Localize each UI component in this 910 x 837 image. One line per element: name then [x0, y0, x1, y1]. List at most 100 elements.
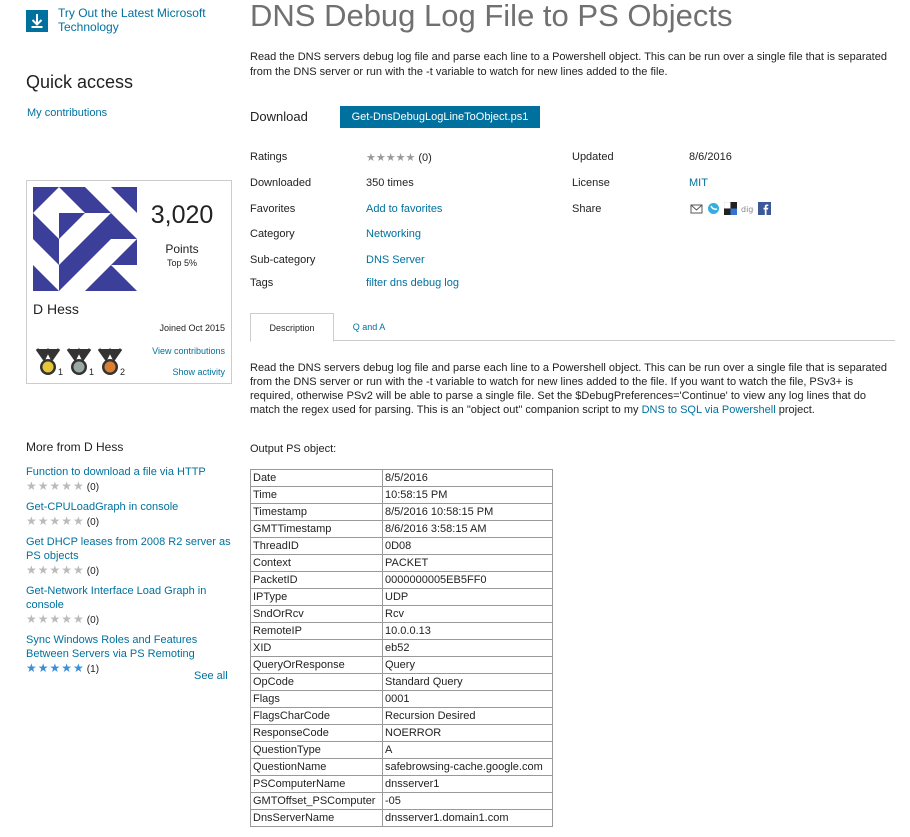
property-name: QueryOrResponse	[250, 656, 383, 674]
property-name: GMTOffset_PSComputer	[250, 792, 383, 810]
property-name: Flags	[250, 690, 383, 708]
table-row: Date 8/5/2016	[250, 469, 553, 487]
see-all-link[interactable]: See all	[194, 670, 228, 682]
table-row: PSComputerName dnsserver1	[250, 775, 553, 793]
more-from-author-title: More from D Hess	[26, 440, 124, 454]
property-name: ThreadID	[250, 537, 383, 555]
ratings-value[interactable]: ★★★★★ (0)	[366, 151, 432, 164]
my-contributions-link[interactable]: My contributions	[27, 107, 107, 119]
property-name: XID	[250, 639, 383, 657]
list-item: Get-Network Interface Load Graph in conso…	[26, 584, 236, 628]
property-value: -05	[382, 792, 553, 810]
promo-banner[interactable]: Try Out the Latest Microsoft Technology	[26, 6, 236, 42]
subcategory-label: Sub-category	[250, 254, 316, 266]
tab-q-and-a[interactable]: Q and A	[340, 313, 398, 342]
subcategory-link[interactable]: DNS Server	[366, 254, 425, 266]
list-item: Function to download a file via HTTP ★★★…	[26, 465, 236, 495]
property-name: Timestamp	[250, 503, 383, 521]
updated-value: 8/6/2016	[689, 151, 732, 163]
points-value: 3,020	[150, 201, 214, 229]
facebook-icon[interactable]	[758, 202, 771, 215]
property-name: QuestionType	[250, 741, 383, 759]
rating-stars: ★★★★★ (0)	[26, 479, 100, 493]
table-row: QueryOrResponse Query	[250, 656, 553, 674]
add-to-favorites-link[interactable]: Add to favorites	[366, 203, 442, 215]
summary-text: Read the DNS servers debug log file and …	[250, 51, 887, 78]
table-row: DnsServerName dnsserver1.domain1.com	[250, 809, 553, 827]
show-activity-link[interactable]: Show activity	[172, 367, 225, 377]
property-value: Standard Query	[382, 673, 553, 691]
property-value: Query	[382, 656, 553, 674]
property-value: 10.0.0.13	[382, 622, 553, 640]
dns-to-sql-link[interactable]: DNS to SQL via Powershell	[642, 404, 776, 416]
property-value: 8/5/2016	[382, 469, 553, 487]
favorites-label: Favorites	[250, 203, 296, 215]
property-name: FlagsCharCode	[250, 707, 383, 725]
related-script-link[interactable]: Get-CPULoadGraph in console	[26, 500, 236, 514]
property-name: IPType	[250, 588, 383, 606]
rating-stars: ★★★★★ (0)	[26, 514, 100, 528]
silver-medal-count: 1	[89, 367, 95, 377]
medals: 1 1 2	[33, 347, 143, 377]
table-row: Context PACKET	[250, 554, 553, 572]
related-script-link[interactable]: Sync Windows Roles and Features Between S…	[26, 633, 236, 661]
property-value: NOERROR	[382, 724, 553, 742]
delicious-icon[interactable]	[723, 201, 737, 215]
table-row: GMTTimestamp 8/6/2016 3:58:15 AM	[250, 520, 553, 538]
output-object-table: Date 8/5/2016 Time 10:58:15 PM Timestamp 8/5/…	[250, 469, 553, 827]
property-name: OpCode	[250, 673, 383, 691]
property-value: dnsserver1	[382, 775, 553, 793]
category-link[interactable]: Networking	[366, 228, 421, 240]
table-row: GMTOffset_PSComputer -05	[250, 792, 553, 810]
content-tabs: Description Q and A	[250, 313, 895, 342]
property-value: UDP	[382, 588, 553, 606]
points-panel: 3,020 Points Top 5%	[137, 187, 227, 291]
profile-card: 3,020 Points Top 5% D Hess Joined Oct 20…	[26, 180, 232, 384]
description-tail: project.	[775, 404, 815, 416]
related-script-link[interactable]: Get DHCP leases from 2008 R2 server as PS…	[26, 535, 236, 563]
tags-label: Tags	[250, 277, 274, 289]
table-row: XID eb52	[250, 639, 553, 657]
top-percent-label: Top 5%	[166, 258, 198, 268]
related-script-link[interactable]: Get-Network Interface Load Graph in conso…	[26, 584, 236, 612]
download-file-button[interactable]: Get-DnsDebugLogLineToObject.ps1	[340, 106, 540, 128]
property-name: ResponseCode	[250, 724, 383, 742]
share-icons: digg	[690, 201, 780, 218]
twitter-icon[interactable]	[707, 202, 720, 215]
property-value: eb52	[382, 639, 553, 657]
property-name: GMTTimestamp	[250, 520, 383, 538]
license-link[interactable]: MIT	[689, 177, 708, 189]
share-label: Share	[572, 203, 602, 215]
table-row: OpCode Standard Query	[250, 673, 553, 691]
ratings-label: Ratings	[250, 151, 288, 163]
tab-description[interactable]: Description	[250, 313, 334, 342]
table-row: IPType UDP	[250, 588, 553, 606]
tags-link[interactable]: filter dns debug log	[366, 277, 459, 289]
property-name: PacketID	[250, 571, 383, 589]
property-value: dnsserver1.domain1.com	[382, 809, 553, 827]
description-text: Read the DNS servers debug log file and …	[250, 361, 898, 417]
table-row: Flags 0001	[250, 690, 553, 708]
category-label: Category	[250, 228, 295, 240]
promo-link[interactable]: Try Out the Latest Microsoft Technology	[58, 6, 206, 34]
more-from-author-list: Function to download a file via HTTP ★★★…	[26, 465, 236, 682]
property-name: PSComputerName	[250, 775, 383, 793]
email-icon[interactable]	[690, 202, 703, 215]
property-value: Recursion Desired	[382, 707, 553, 725]
user-name: D Hess	[33, 301, 79, 317]
table-row: PacketID 0000000005EB5FF0	[250, 571, 553, 589]
joined-date: Joined Oct 2015	[159, 323, 225, 333]
downloaded-label: Downloaded	[250, 177, 312, 189]
property-name: QuestionName	[250, 758, 383, 776]
bronze-medal-count: 2	[120, 367, 126, 377]
output-label: Output PS object:	[250, 443, 337, 455]
digg-icon[interactable]: digg	[741, 202, 758, 215]
table-row: Timestamp 8/5/2016 10:58:15 PM	[250, 503, 553, 521]
table-row: ResponseCode NOERROR	[250, 724, 553, 742]
property-name: Context	[250, 554, 383, 572]
related-script-link[interactable]: Function to download a file via HTTP	[26, 465, 236, 479]
avatar[interactable]	[33, 187, 137, 291]
view-contributions-link[interactable]: View contributions	[152, 346, 225, 356]
list-item: Get-CPULoadGraph in console ★★★★★ (0)	[26, 500, 236, 530]
download-icon[interactable]	[26, 10, 48, 32]
